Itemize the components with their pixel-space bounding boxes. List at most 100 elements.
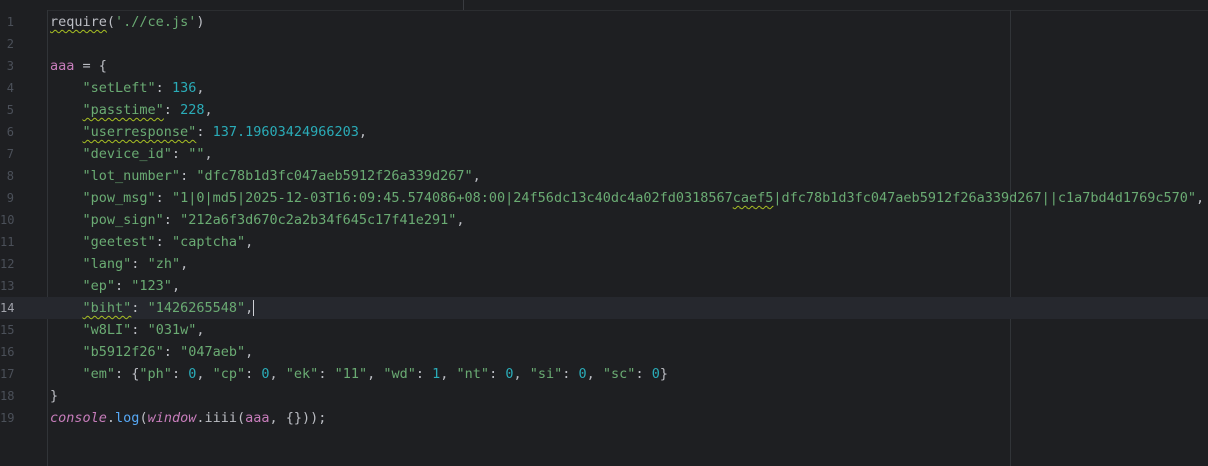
code-text[interactable]: require('.//ce.js') bbox=[50, 11, 204, 33]
code-text[interactable]: "lot_number": "dfc78b1d3fc047aeb5912f26a… bbox=[50, 165, 481, 187]
code-token: : bbox=[180, 168, 197, 184]
code-line[interactable]: 7 "device_id": "", bbox=[0, 143, 1208, 165]
code-line[interactable]: 10 "pow_sign": "212a6f3d670c2a2b34f645c1… bbox=[0, 209, 1208, 231]
code-token: : bbox=[163, 344, 181, 360]
code-token: , bbox=[269, 366, 286, 382]
code-token: , bbox=[204, 146, 213, 162]
line-number: 13 bbox=[0, 279, 15, 293]
code-line[interactable]: 5 "passtime": 228, bbox=[0, 99, 1208, 121]
code-line[interactable]: 9 "pow_msg": "1|0|md5|2025-12-03T16:09:4… bbox=[0, 187, 1208, 209]
line-number: 1 bbox=[6, 15, 14, 29]
line-number: 2 bbox=[6, 37, 14, 51]
code-text[interactable]: aaa = { bbox=[50, 55, 107, 77]
code-text[interactable]: "setLeft": 136, bbox=[50, 77, 205, 99]
code-line[interactable]: 16 "b5912f26": "047aeb", bbox=[0, 341, 1208, 363]
code-token: "em" bbox=[82, 366, 116, 382]
code-token: : bbox=[155, 234, 172, 250]
code-token: , bbox=[245, 344, 254, 360]
code-token: : { bbox=[115, 366, 140, 382]
code-text[interactable]: "geetest": "captcha", bbox=[50, 231, 254, 253]
code-token: "cp" bbox=[212, 366, 246, 382]
code-line[interactable]: 17 "em": {"ph": 0, "cp": 0, "ek": "11", … bbox=[0, 363, 1208, 385]
code-token: : bbox=[415, 366, 433, 382]
code-token: "031w" bbox=[147, 322, 197, 338]
code-text[interactable]: "passtime": 228, bbox=[50, 99, 213, 121]
code-text[interactable]: "userresponse": 137.19603424966203, bbox=[50, 121, 368, 143]
code-token: "1|0|md5|2025-12-03T16:09:45.574086+08:0… bbox=[171, 190, 733, 206]
code-token: log bbox=[115, 410, 140, 426]
code-token: , bbox=[245, 234, 254, 250]
code-line[interactable]: 15 "w8LI": "031w", bbox=[0, 319, 1208, 341]
code-text[interactable]: "b5912f26": "047aeb", bbox=[50, 341, 254, 363]
code-line[interactable]: 2 bbox=[0, 33, 1208, 55]
code-text[interactable]: "lang": "zh", bbox=[50, 253, 189, 275]
code-text[interactable]: "w8LI": "031w", bbox=[50, 319, 205, 341]
code-text[interactable]: "pow_msg": "1|0|md5|2025-12-03T16:09:45.… bbox=[50, 187, 1205, 209]
code-token: , bbox=[367, 366, 384, 382]
code-line[interactable]: 12 "lang": "zh", bbox=[0, 253, 1208, 275]
code-token: aaa bbox=[50, 58, 75, 74]
code-line[interactable]: 19 console.log(window.iiii(aaa, {})); bbox=[0, 407, 1208, 429]
code-token: "pow_msg" bbox=[82, 190, 156, 206]
code-token: 228 bbox=[180, 102, 205, 118]
code-text[interactable]: "device_id": "", bbox=[50, 143, 213, 165]
code-token: , bbox=[245, 300, 254, 316]
code-line[interactable]: 8 "lot_number": "dfc78b1d3fc047aeb5912f2… bbox=[0, 165, 1208, 187]
code-editor[interactable]: 1 require('.//ce.js') 2 3 aaa = {4 "setLeft"… bbox=[0, 0, 1208, 466]
code-token: , bbox=[171, 278, 181, 294]
code-token: : bbox=[318, 366, 335, 382]
code-token: "device_id" bbox=[82, 146, 172, 162]
code-token: . bbox=[106, 410, 116, 426]
code-line[interactable]: 3 aaa = { bbox=[0, 55, 1208, 77]
current-code-line[interactable]: 14 "biht": "1426265548", bbox=[0, 297, 1208, 319]
code-token: "zh" bbox=[147, 256, 181, 272]
code-token: : bbox=[131, 256, 148, 272]
code-token: "1426265548" bbox=[147, 300, 246, 316]
line-number: 16 bbox=[0, 345, 15, 359]
code-text[interactable]: "pow_sign": "212a6f3d670c2a2b34f645c17f4… bbox=[50, 209, 465, 231]
code-token: aaa bbox=[245, 410, 270, 426]
code-line[interactable]: 13 "ep": "123", bbox=[0, 275, 1208, 297]
code-token: require bbox=[50, 14, 107, 30]
line-number: 12 bbox=[0, 257, 15, 271]
code-token: |dfc78b1d3fc047aeb5912f26a339d267||c1a7b… bbox=[773, 190, 1197, 206]
code-token: , bbox=[586, 366, 603, 382]
code-token: 0 bbox=[578, 366, 587, 382]
code-token: ( bbox=[139, 410, 148, 426]
code-token: , bbox=[204, 102, 213, 118]
code-token: : bbox=[635, 366, 652, 382]
code-text[interactable]: } bbox=[50, 385, 58, 407]
code-token: , bbox=[513, 366, 530, 382]
line-number: 8 bbox=[6, 169, 14, 183]
code-token: 136 bbox=[171, 80, 197, 96]
code-line[interactable]: 11 "geetest": "captcha", bbox=[0, 231, 1208, 253]
code-token: 0 bbox=[651, 366, 660, 382]
code-text[interactable]: "biht": "1426265548", bbox=[50, 297, 255, 319]
code-text[interactable]: "em": {"ph": 0, "cp": 0, "ek": "11", "wd… bbox=[50, 363, 668, 385]
code-token: "lot_number" bbox=[82, 168, 181, 184]
code-line[interactable]: 4 "setLeft": 136, bbox=[0, 77, 1208, 99]
code-text[interactable]: console.log(window.iiii(aaa, {})); bbox=[50, 407, 326, 429]
code-line[interactable]: 6 "userresponse": 137.19603424966203, bbox=[0, 121, 1208, 143]
code-token: "geetest" bbox=[82, 234, 156, 250]
code-token: , bbox=[180, 256, 189, 272]
code-token: : bbox=[131, 300, 148, 316]
code-token: : bbox=[163, 212, 181, 228]
code-token: "w8LI" bbox=[82, 322, 132, 338]
text-caret bbox=[253, 300, 255, 316]
code-text[interactable]: "ep": "123", bbox=[50, 275, 181, 297]
code-line[interactable]: 1 require('.//ce.js') bbox=[0, 11, 1208, 33]
code-token: : bbox=[131, 322, 148, 338]
code-token: , bbox=[472, 168, 481, 184]
code-token: "passtime" bbox=[82, 102, 164, 118]
code-token: console bbox=[50, 410, 107, 426]
code-token: "captcha" bbox=[171, 234, 246, 250]
code-line[interactable]: 18} bbox=[0, 385, 1208, 407]
code-token: "pow_sign" bbox=[82, 212, 164, 228]
code-token: : bbox=[171, 146, 189, 162]
